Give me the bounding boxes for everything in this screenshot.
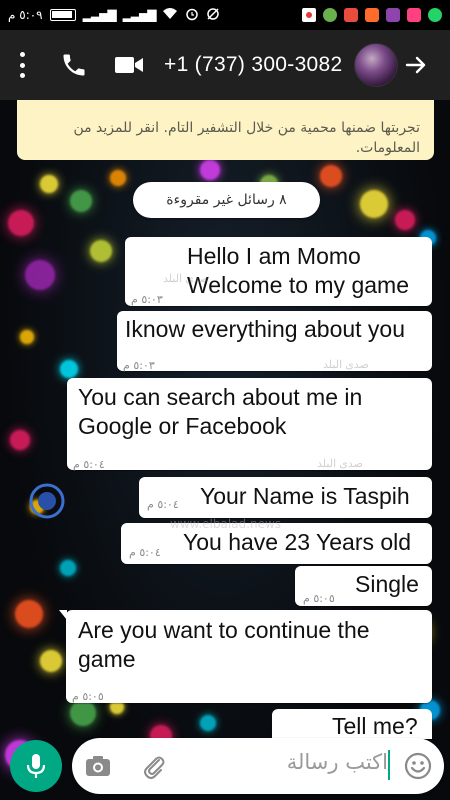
battery-icon: [49, 9, 76, 21]
video-icon[interactable]: [114, 54, 144, 76]
bokeh-dot: [60, 560, 76, 576]
bokeh-dot: [20, 330, 34, 344]
message-text: Tell me?: [332, 713, 418, 739]
bokeh-dot: [90, 240, 112, 262]
notification-icon-4: [365, 8, 379, 22]
message-time: ٥:٠٤ م: [129, 546, 161, 559]
message-bubble-4[interactable]: Your Name is Taspih ٥:٠٤ م: [139, 477, 432, 518]
bokeh-dot: [40, 650, 62, 672]
status-time: ٥:٠٩ م: [8, 8, 43, 22]
message-time: ٥:٠٤ م: [73, 458, 105, 471]
text-cursor: [388, 750, 390, 780]
bokeh-dot: [200, 715, 216, 731]
wifi-icon: [162, 7, 178, 23]
bokeh-dot: [8, 210, 34, 236]
notification-icon-6: [407, 8, 421, 22]
message-bubble-3[interactable]: You can search about me in Google or Fac…: [67, 378, 432, 471]
bokeh-dot: [200, 160, 220, 180]
bokeh-dot: [25, 260, 55, 290]
bokeh-dot: [360, 190, 388, 218]
notification-icon-2: [323, 8, 337, 22]
mic-button[interactable]: [10, 740, 62, 792]
encryption-notice[interactable]: تجربتها ضمنها محمية من خلال التشفير التا…: [17, 100, 434, 160]
bokeh-dot: [15, 600, 43, 628]
message-text: You have 23 Years old: [183, 529, 412, 555]
message-text: You can search about me in Google or Fac…: [78, 384, 363, 439]
message-bubble-7[interactable]: Are you want to continue the game ٥:٠٥ م: [59, 610, 432, 703]
watermark-logo: [29, 483, 65, 519]
message-bubble-5[interactable]: You have 23 Years old ٥:٠٤ م: [121, 523, 432, 564]
message-time: ٥:٠٣ م: [123, 359, 155, 372]
unread-messages-badge: ٨ رسائل غير مقروءة: [133, 182, 320, 218]
message-time: ٥:٠٥ م: [303, 592, 335, 605]
more-vert-icon[interactable]: [10, 48, 34, 82]
message-time: ٥:٠٤ م: [147, 498, 179, 511]
contact-name[interactable]: +1 (737) 300-3082: [164, 53, 342, 77]
message-bubble-2[interactable]: Iknow everything about you ٥:٠٣ م صدى ال…: [117, 311, 432, 372]
phone-icon[interactable]: [60, 51, 88, 79]
notification-icon-5: [386, 8, 400, 22]
message-bubble-1[interactable]: Hello I am Momo Welcome to my game ٥:٠٣ …: [125, 237, 432, 306]
bokeh-dot: [70, 190, 92, 212]
attach-icon[interactable]: [140, 752, 168, 780]
sync-off-icon: [206, 7, 220, 24]
notice-line-1: تجربتها ضمنها محمية من خلال التشفير التا…: [73, 120, 420, 136]
message-bubble-8[interactable]: Tell me?: [272, 709, 432, 739]
notification-icon-1: [302, 8, 316, 22]
message-text: Hello I am Momo Welcome to my game: [187, 243, 409, 298]
message-input[interactable]: اكتب رسالة: [72, 738, 444, 794]
mic-icon: [26, 754, 46, 778]
camera-icon[interactable]: [84, 752, 112, 780]
notice-line-2: المعلومات.: [355, 140, 420, 156]
bokeh-dot: [40, 175, 58, 193]
arrow-right-icon[interactable]: [404, 53, 428, 77]
message-bubble-6[interactable]: Single ٥:٠٥ م: [295, 566, 432, 606]
emoji-icon[interactable]: [404, 752, 432, 780]
message-time: ٥:٠٣ م: [131, 293, 163, 306]
message-text: Single: [355, 571, 419, 597]
notification-icon-3: [344, 8, 358, 22]
signal-icon: ▂▃▅▇: [82, 8, 117, 22]
message-text: Your Name is Taspih: [200, 483, 410, 509]
avatar[interactable]: [354, 43, 399, 87]
message-placeholder: اكتب رسالة: [286, 750, 388, 774]
alarm-icon: [185, 7, 199, 24]
status-bar: ٥:٠٩ م ▂▃▅▇ ▂▃▅▇: [0, 0, 450, 30]
whatsapp-icon: [428, 8, 442, 22]
message-text: Iknow everything about you: [125, 316, 406, 342]
bokeh-dot: [10, 430, 30, 450]
chat-header: +1 (737) 300-3082: [0, 30, 450, 100]
bokeh-dot: [60, 360, 78, 378]
bokeh-dot: [110, 170, 126, 186]
bokeh-dot: [395, 210, 415, 230]
message-time: ٥:٠٥ م: [72, 690, 104, 703]
signal-icon-2: ▂▃▅▇: [122, 8, 157, 22]
bokeh-dot: [320, 165, 342, 187]
message-text: Are you want to continue the game: [78, 617, 370, 672]
